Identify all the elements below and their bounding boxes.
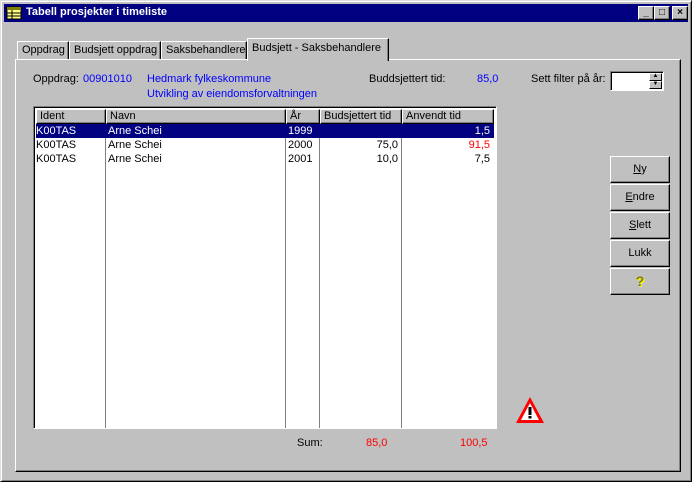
- new-button[interactable]: Ny: [610, 156, 670, 183]
- client-name: Hedmark fylkeskommune: [147, 73, 272, 85]
- title-bar[interactable]: Tabell prosjekter i timeliste _ □ ×: [4, 4, 688, 22]
- cell-ident: K00TAS: [36, 153, 77, 165]
- edit-button[interactable]: Endre: [610, 184, 670, 211]
- app-window: Tabell prosjekter i timeliste _ □ × Oppd…: [0, 0, 692, 482]
- column-divider: [285, 124, 286, 428]
- sum-anvendt: 100,5: [460, 437, 488, 449]
- tab-label: Budsjett - Saksbehandlere: [252, 42, 382, 54]
- filter-year-label: Sett filter på år:: [531, 73, 606, 85]
- minimize-button[interactable]: _: [638, 6, 654, 20]
- help-button[interactable]: ?: [610, 268, 670, 295]
- window-title: Tabell prosjekter i timeliste: [26, 6, 168, 18]
- button-label: Lukk: [628, 247, 652, 259]
- project-description: Utvikling av eiendomsforvaltningen: [147, 88, 317, 100]
- cell-ident: K00TAS: [36, 125, 77, 137]
- filter-year-spinner[interactable]: ▲ ▼: [610, 71, 664, 91]
- tab-oppdrag[interactable]: Oppdrag: [17, 41, 69, 60]
- cell-ident: K00TAS: [36, 139, 77, 151]
- maximize-button[interactable]: □: [654, 6, 670, 20]
- table-row[interactable]: K00TAS Arne Schei 2000 75,0 91,5: [36, 138, 494, 152]
- close-button[interactable]: ×: [672, 6, 688, 20]
- table-row[interactable]: K00TAS Arne Schei 2001 10,0 7,5: [36, 152, 494, 166]
- tab-label: Saksbehandlere: [166, 44, 246, 56]
- table-row[interactable]: K00TAS Arne Schei 1999 1,5: [36, 124, 494, 138]
- sum-label: Sum:: [297, 437, 323, 449]
- cell-ar: 2001: [288, 153, 313, 165]
- cell-ar: 1999: [288, 125, 313, 137]
- button-label: ndre: [632, 191, 655, 203]
- spin-down-icon[interactable]: ▼: [649, 81, 662, 89]
- warning-icon: [516, 397, 544, 423]
- column-header-ar[interactable]: År: [286, 109, 320, 124]
- tab-saksbehandlere[interactable]: Saksbehandlere: [161, 41, 247, 60]
- column-divider: [105, 124, 106, 428]
- column-header-budsjettert[interactable]: Budsjettert tid: [320, 109, 402, 124]
- budget-value: 85,0: [477, 73, 499, 85]
- question-icon: ?: [635, 273, 645, 289]
- column-divider: [319, 124, 320, 428]
- cell-budsjettert: 75,0: [376, 139, 398, 151]
- tab-budsjett-saksbehandlere[interactable]: Budsjett - Saksbehandlere: [247, 38, 389, 61]
- cell-budsjettert: [322, 124, 398, 138]
- column-header-ident[interactable]: Ident: [36, 109, 106, 124]
- table-icon: [6, 6, 22, 20]
- close-dialog-button[interactable]: Lukk: [610, 240, 670, 267]
- cell-budsjettert: 10,0: [376, 153, 398, 165]
- cell-anvendt: 1,5: [474, 125, 490, 137]
- cell-anvendt: 7,5: [474, 153, 490, 165]
- oppdrag-value: 00901010: [83, 73, 132, 85]
- sum-budsjettert: 85,0: [366, 437, 388, 449]
- tab-label: Budsjett oppdrag: [74, 44, 158, 56]
- oppdrag-label: Oppdrag:: [33, 73, 79, 85]
- accel-key: E: [625, 191, 633, 203]
- tab-label: Oppdrag: [22, 44, 65, 56]
- cell-navn: Arne Schei: [108, 125, 162, 137]
- column-header-navn[interactable]: Navn: [106, 109, 286, 124]
- cell-ar: 2000: [288, 139, 313, 151]
- button-label: lett: [636, 219, 652, 231]
- delete-button[interactable]: Slett: [610, 212, 670, 239]
- cell-navn: Arne Schei: [108, 153, 162, 165]
- column-header-anvendt[interactable]: Anvendt tid: [402, 109, 494, 124]
- cell-anvendt: 91,5: [468, 139, 490, 151]
- cell-navn: Arne Schei: [108, 139, 162, 151]
- button-label: y: [641, 163, 647, 175]
- spinner-buttons: ▲ ▼: [649, 73, 662, 89]
- spin-up-icon[interactable]: ▲: [649, 73, 662, 81]
- tab-budsjett-oppdrag[interactable]: Budsjett oppdrag: [69, 41, 161, 60]
- column-divider: [401, 124, 402, 428]
- budget-grid[interactable]: Ident Navn År Budsjettert tid Anvendt ti…: [33, 106, 497, 429]
- budget-label: Buddsjettert tid:: [369, 73, 446, 85]
